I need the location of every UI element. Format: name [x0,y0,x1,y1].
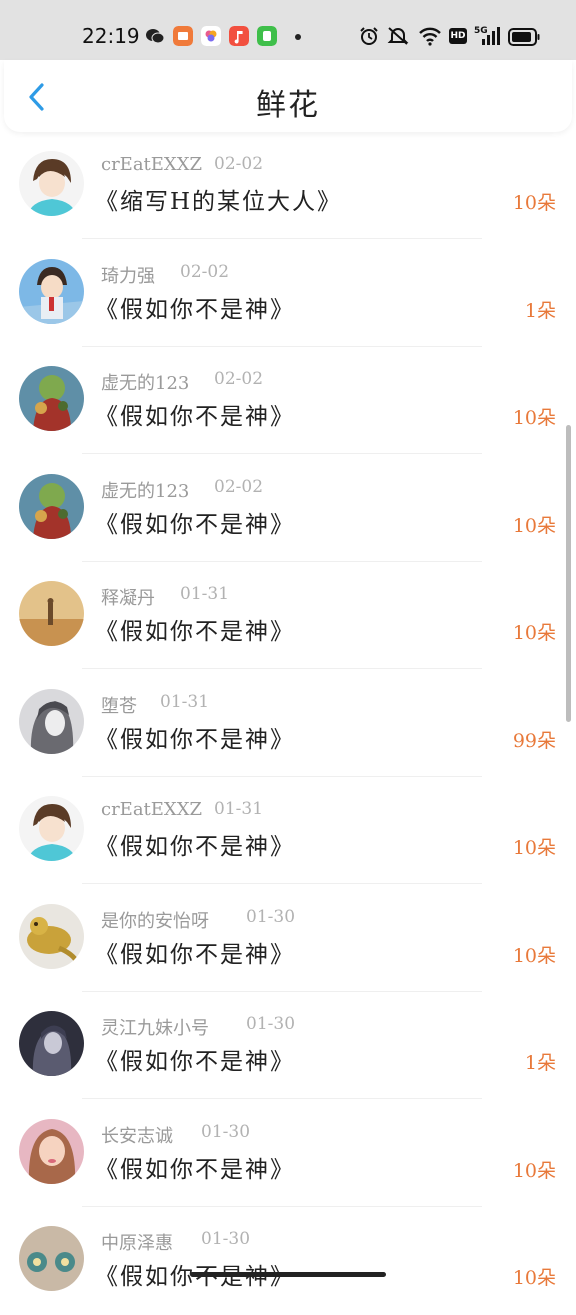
list-item[interactable]: 琦力强 02-02 《假如你不是神》 1朵 [0,240,576,348]
hd-icon: HD [449,28,467,44]
list-item[interactable]: crEatEXXZ 01-31 《假如你不是神》 10朵 [0,777,576,885]
sender-name: 长安志诚 [101,1125,173,1147]
sender-name: 释凝丹 [101,588,155,609]
alarm-icon [360,27,378,45]
avatar[interactable] [19,581,84,646]
flower-count: 1朵 [524,1052,556,1074]
avatar[interactable] [19,796,84,861]
send-date: 01-30 [201,1229,251,1249]
send-date: 02-02 [214,154,264,174]
avatar[interactable] [19,1118,84,1184]
sender-name: 虚无的123 [101,480,190,502]
sender-name: 虚无的123 [101,373,190,394]
5g-signal-icon: 5G [474,26,500,48]
mute-icon [387,27,409,45]
wechat-icon [146,29,165,44]
sender-name: 是你的安怡呀 [101,910,209,932]
flower-count: 10朵 [512,192,556,214]
avatar[interactable] [19,1011,84,1076]
send-date: 02-02 [214,476,264,497]
avatar[interactable] [19,366,84,431]
work-title: 《缩写H的某位大人》 [95,189,343,215]
avatar[interactable] [19,1226,84,1291]
more-dot-icon [295,34,301,40]
scrollbar[interactable] [566,425,571,722]
green-app-icon [257,26,277,46]
send-date: 02-02 [180,261,230,282]
avatar[interactable] [19,473,84,539]
sender-name: 中原泽惠 [101,1233,173,1254]
sender-name: crEatEXXZ [101,799,203,820]
orange-app-icon [173,26,193,46]
list-item[interactable]: 中原泽惠 01-30 《假如你不是神》 10朵 [0,1207,576,1315]
flower-count: 99朵 [512,729,556,752]
avatar[interactable] [19,258,84,324]
work-title: 《假如你不是神》 [95,511,295,538]
status-time: 22:19 [82,24,140,48]
list-item[interactable]: 是你的安怡呀 01-30 《假如你不是神》 10朵 [0,885,576,993]
page-title: 鲜花 [256,88,320,123]
work-title: 《假如你不是神》 [95,941,295,968]
music-app-icon [229,26,249,46]
avatar[interactable] [19,903,84,969]
avatar[interactable] [19,688,84,754]
flower-count: 10朵 [512,407,556,429]
flower-count: 10朵 [512,622,556,644]
sender-name: 琦力强 [101,265,155,287]
flower-count: 10朵 [512,514,556,537]
send-date: 02-02 [214,369,264,389]
work-title: 《假如你不是神》 [95,726,295,753]
flower-count: 10朵 [512,837,556,859]
flower-count: 10朵 [512,1267,556,1289]
list-item[interactable]: 释凝丹 01-31 《假如你不是神》 10朵 [0,562,576,670]
send-date: 01-31 [180,584,230,604]
work-title: 《假如你不是神》 [95,1156,295,1183]
flower-count: 10朵 [512,1159,556,1182]
home-indicator[interactable] [190,1272,386,1277]
list-item[interactable]: crEatEXXZ 02-02 《缩写H的某位大人》 10朵 [0,132,576,240]
battery-icon [508,28,540,46]
flower-count: 1朵 [524,299,556,322]
list-item[interactable]: 虚无的123 02-02 《假如你不是神》 10朵 [0,455,576,563]
list-item[interactable]: 堕苍 01-31 《假如你不是神》 99朵 [0,670,576,778]
flower-count: 10朵 [512,944,556,967]
sender-name: 堕苍 [101,695,137,717]
wifi-icon [419,27,441,46]
header-bar: 鲜花 [4,60,572,132]
work-title: 《假如你不是神》 [95,296,295,323]
avatar[interactable] [19,151,84,216]
work-title: 《假如你不是神》 [95,404,295,430]
sender-name: 灵江九妹小号 [101,1018,209,1039]
work-title: 《假如你不是神》 [95,834,295,860]
status-bar: 22:19 HD 5G [0,0,576,60]
list-item[interactable]: 虚无的123 02-02 《假如你不是神》 10朵 [0,347,576,455]
sender-name: crEatEXXZ [101,154,203,175]
list-item[interactable]: 灵江九妹小号 01-30 《假如你不是神》 1朵 [0,992,576,1100]
send-date: 01-31 [214,799,264,819]
gallery-app-icon [201,26,221,46]
work-title: 《假如你不是神》 [95,619,295,645]
send-date: 01-31 [160,691,210,712]
work-title: 《假如你不是神》 [95,1049,295,1075]
list-item[interactable]: 长安志诚 01-30 《假如你不是神》 10朵 [0,1100,576,1208]
send-date: 01-30 [201,1121,251,1142]
send-date: 01-30 [246,906,296,927]
send-date: 01-30 [246,1014,296,1034]
